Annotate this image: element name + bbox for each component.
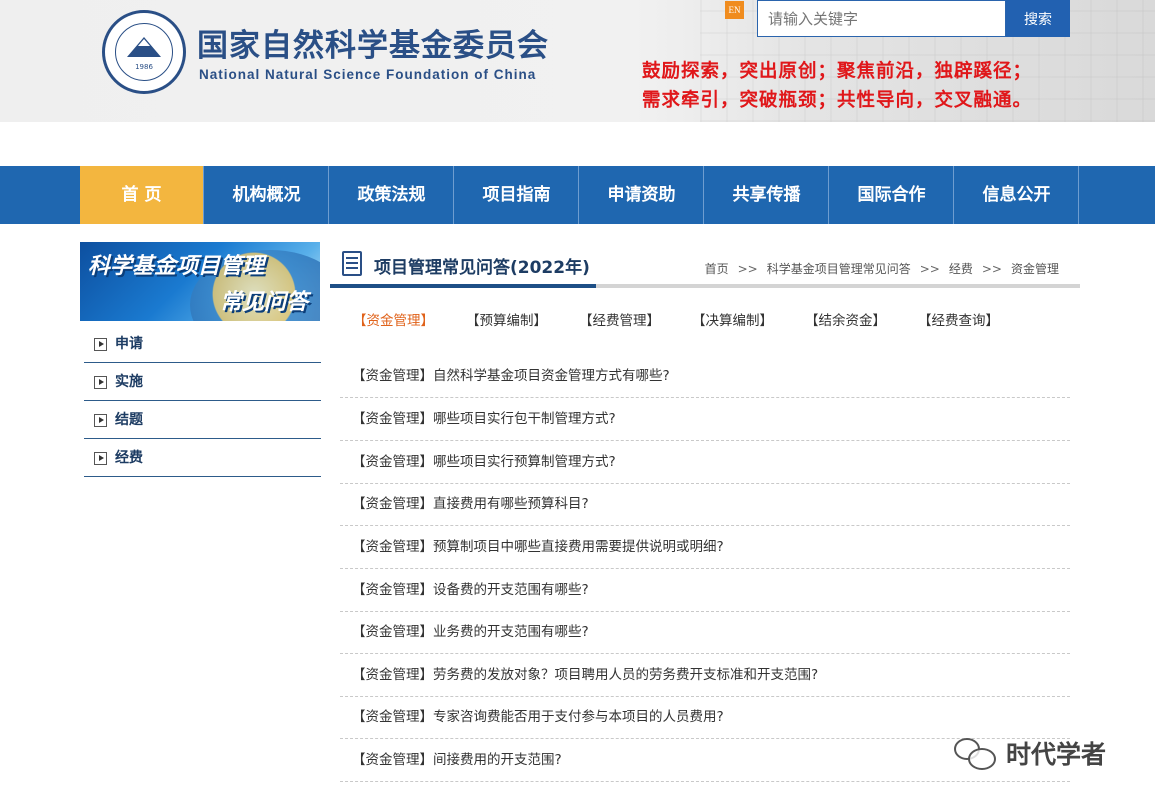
title-divider-accent: [330, 284, 596, 288]
question-row[interactable]: 【资金管理】自然科学基金项目资金管理方式有哪些?: [340, 355, 1070, 398]
question-link[interactable]: 【资金管理】自然科学基金项目资金管理方式有哪些?: [352, 355, 670, 398]
arrow-right-icon: [94, 338, 107, 351]
question-row[interactable]: 【资金管理】专家咨询费能否用于支付参与本项目的人员费用?: [340, 696, 1070, 739]
breadcrumb-funds[interactable]: 经费: [949, 262, 973, 276]
tab-expense-query[interactable]: 【经费查询】: [918, 309, 999, 329]
page-title: 项目管理常见问答(2022年): [374, 258, 590, 278]
logo-year: 1986: [135, 63, 153, 71]
question-link[interactable]: 【资金管理】劳务费的发放对象？项目聘用人员的劳务费开支标准和开支范围?: [352, 654, 818, 697]
sidebar-item-funds[interactable]: 经费: [84, 439, 321, 477]
question-link[interactable]: 【资金管理】直接费用有哪些预算科目?: [352, 483, 589, 526]
arrow-right-icon: [94, 452, 107, 465]
nsfc-logo[interactable]: 1986: [102, 10, 186, 94]
sidebar-item-conclude[interactable]: 结题: [84, 401, 321, 439]
question-row[interactable]: 【资金管理】哪些项目实行包干制管理方式?: [340, 398, 1070, 441]
tab-fund-management[interactable]: 【资金管理】: [353, 309, 434, 329]
question-row[interactable]: 【资金管理】预算制项目中哪些直接费用需要提供说明或明细?: [340, 526, 1070, 569]
site-title-en[interactable]: National Natural Science Foundation of C…: [199, 67, 536, 82]
question-link[interactable]: 【资金管理】预算制项目中哪些直接费用需要提供说明或明细?: [352, 526, 724, 569]
question-row[interactable]: 【资金管理】设备费的开支范围有哪些?: [340, 569, 1070, 612]
logo-snow-icon: [138, 39, 150, 46]
slogan-line-2: 需求牵引，突破瓶颈；共性导向，交叉融通。: [642, 90, 1033, 111]
question-row[interactable]: 【资金管理】业务费的开支范围有哪些?: [340, 611, 1070, 654]
slogan-line-1: 鼓励探索，突出原创；聚焦前沿，独辟蹊径；: [642, 61, 1033, 82]
watermark-text: 时代学者: [1006, 740, 1107, 769]
arrow-right-icon: [94, 376, 107, 389]
breadcrumb-separator: >>: [737, 262, 758, 276]
faq-banner: 科学基金项目管理 常见问答: [80, 242, 320, 321]
breadcrumb: 首页 >> 科学基金项目管理常见问答 >> 经费 >> 资金管理: [705, 260, 1059, 277]
title-divider: [330, 284, 1080, 288]
breadcrumb-home[interactable]: 首页: [705, 262, 729, 276]
sidebar-item-label: 结题: [115, 412, 143, 428]
sidebar-item-apply[interactable]: 申请: [84, 325, 321, 363]
sidebar-item-implement[interactable]: 实施: [84, 363, 321, 401]
sidebar-item-label: 申请: [115, 336, 143, 352]
main-nav: 首 页 机构概况 政策法规 项目指南 申请资助 共享传播 国际合作 信息公开: [0, 166, 1155, 224]
nav-item-international[interactable]: 国际合作: [830, 166, 954, 224]
question-link[interactable]: 【资金管理】业务费的开支范围有哪些?: [352, 611, 589, 654]
breadcrumb-faq[interactable]: 科学基金项目管理常见问答: [767, 262, 911, 276]
site-title-cn[interactable]: 国家自然科学基金委员会: [197, 20, 549, 65]
tab-expense-management[interactable]: 【经费管理】: [579, 309, 660, 329]
nav-item-disclosure[interactable]: 信息公开: [955, 166, 1079, 224]
question-link[interactable]: 【资金管理】设备费的开支范围有哪些?: [352, 569, 589, 612]
question-link[interactable]: 【资金管理】哪些项目实行预算制管理方式?: [352, 441, 616, 484]
breadcrumb-current[interactable]: 资金管理: [1011, 262, 1059, 276]
site-header: 1986 国家自然科学基金委员会 National Natural Scienc…: [0, 0, 1155, 122]
arrow-right-icon: [94, 414, 107, 427]
wechat-watermark: 时代学者: [952, 734, 1132, 774]
nav-item-about[interactable]: 机构概况: [205, 166, 329, 224]
question-row[interactable]: 【资金管理】直接费用有哪些预算科目?: [340, 483, 1070, 526]
sidebar-item-label: 经费: [115, 450, 143, 466]
nav-item-policy[interactable]: 政策法规: [330, 166, 454, 224]
question-row[interactable]: 【资金管理】哪些项目实行预算制管理方式?: [340, 441, 1070, 484]
document-icon: [342, 251, 362, 276]
sidebar-item-label: 实施: [115, 374, 143, 390]
breadcrumb-separator: >>: [919, 262, 940, 276]
question-link[interactable]: 【资金管理】专家咨询费能否用于支付参与本项目的人员费用?: [352, 696, 724, 739]
banner-title-line1: 科学基金项目管理: [88, 254, 265, 279]
banner-title-line2: 常见问答: [220, 290, 309, 315]
question-link[interactable]: 【资金管理】间接费用的开支范围?: [352, 739, 562, 782]
english-version-button[interactable]: EN: [725, 1, 744, 19]
tab-budget-preparation[interactable]: 【预算编制】: [466, 309, 547, 329]
nav-item-home[interactable]: 首 页: [80, 166, 204, 224]
question-row[interactable]: 【资金管理】劳务费的发放对象？项目聘用人员的劳务费开支标准和开支范围?: [340, 654, 1070, 697]
search-input[interactable]: [757, 0, 1006, 37]
search-button[interactable]: 搜索: [1006, 0, 1070, 37]
tab-final-accounts[interactable]: 【决算编制】: [692, 309, 773, 329]
nav-item-funding[interactable]: 申请资助: [580, 166, 704, 224]
nav-item-guide[interactable]: 项目指南: [455, 166, 579, 224]
wechat-icon-bubble: [968, 748, 996, 770]
breadcrumb-separator: >>: [981, 262, 1002, 276]
tab-surplus-funds[interactable]: 【结余资金】: [805, 309, 886, 329]
nav-item-sharing[interactable]: 共享传播: [705, 166, 829, 224]
question-link[interactable]: 【资金管理】哪些项目实行包干制管理方式?: [352, 398, 616, 441]
